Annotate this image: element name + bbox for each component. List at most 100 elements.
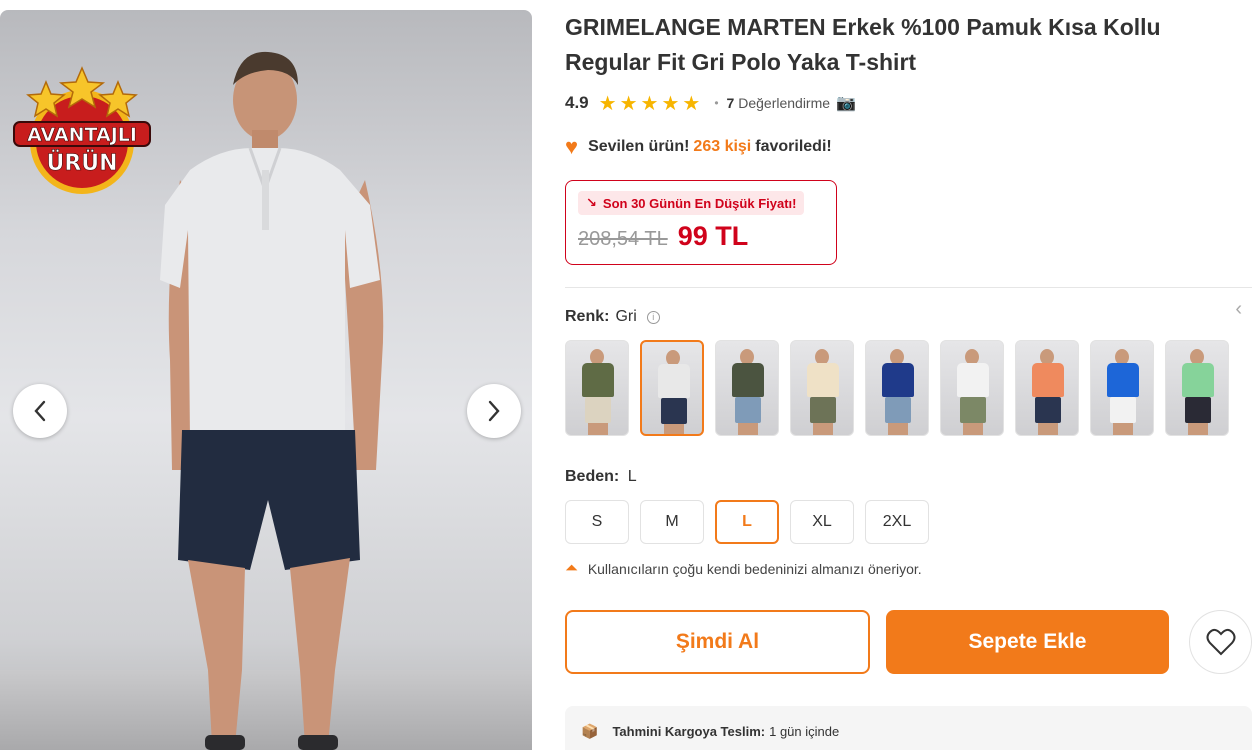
review-count: 7 (726, 95, 735, 111)
size-option-xl[interactable]: XL (790, 500, 854, 544)
swatch-pants (1185, 397, 1211, 423)
swatch-legs (888, 423, 908, 435)
swatch-pants (1035, 397, 1061, 423)
swatch-pants (1110, 397, 1136, 423)
delivery-label: Tahmini Kargoya Teslim: (612, 723, 766, 739)
size-option-2xl[interactable]: 2XL (865, 500, 929, 544)
brand-name[interactable]: GRIMELANGE (565, 14, 721, 40)
price-box: ↘ Son 30 Günün En Düşük Fiyatı! 208,54 T… (565, 180, 837, 265)
swatch-shirt (1182, 363, 1214, 397)
swatch-pants (810, 397, 836, 423)
chevron-left-icon (34, 400, 46, 422)
star-icon: ★ (598, 92, 617, 115)
swatch-shirt (732, 363, 764, 397)
action-buttons: Şimdi Al Sepete Ekle (565, 610, 1252, 674)
heart-icon: ♥ (565, 134, 579, 159)
price-row: 208,54 TL 99 TL (578, 221, 824, 252)
color-swatch[interactable] (940, 340, 1004, 436)
star-icon: ★ (661, 92, 680, 115)
gallery-prev-button[interactable] (13, 384, 67, 438)
swatch-shirt (582, 363, 614, 397)
size-options: S M L XL 2XL (565, 500, 1252, 544)
hanger-icon: ⏶ (565, 560, 578, 577)
favorite-count: 263 kişi (693, 138, 752, 155)
size-option-m[interactable]: M (640, 500, 704, 544)
swatch-legs (1188, 423, 1208, 435)
swatch-pants (960, 397, 986, 423)
rating-row: 4.9 ★ ★ ★ ★ ★ • 7 Değerlendirme 📷 (565, 90, 1252, 116)
lowest-price-text: Son 30 Günün En Düşük Fiyatı! (602, 195, 797, 211)
star-icon: ★ (619, 92, 638, 115)
rating-value: 4.9 (565, 93, 589, 112)
favorite-prefix: Sevilen ürün! (588, 138, 690, 155)
product-image-gallery[interactable]: AVANTAJLI ÜRÜN (0, 10, 532, 750)
swatch-scroll-left-icon[interactable]: ‹ (1235, 298, 1242, 321)
color-swatches (565, 340, 1252, 436)
divider (565, 287, 1252, 288)
chevron-right-icon (488, 400, 500, 422)
separator-dot: • (714, 96, 719, 110)
swatch-legs (588, 423, 608, 435)
swatch-pants (585, 397, 611, 423)
swatch-shirt (807, 363, 839, 397)
lowest-price-tag: ↘ Son 30 Günün En Düşük Fiyatı! (578, 191, 805, 215)
swatch-legs (1038, 423, 1058, 435)
size-value: L (627, 468, 637, 485)
rating-stars: ★ ★ ★ ★ ★ (599, 91, 701, 116)
heart-outline-icon (1206, 628, 1236, 656)
color-swatch[interactable] (1015, 340, 1079, 436)
swatch-shirt (1107, 363, 1139, 397)
swatch-shirt (658, 364, 690, 398)
package-icon: 📦 (581, 722, 599, 739)
swatch-legs (738, 423, 758, 435)
current-price: 99 TL (677, 221, 749, 251)
product-info-panel: GRIMELANGE MARTEN Erkek %100 Pamuk Kısa … (565, 10, 1252, 750)
color-value: Gri (615, 308, 637, 325)
swatch-shirt (957, 363, 989, 397)
size-option-s[interactable]: S (565, 500, 629, 544)
buy-now-button[interactable]: Şimdi Al (565, 610, 870, 674)
review-link[interactable]: 7 Değerlendirme (727, 95, 831, 111)
recommendation-text: Kullanıcıların çoğu kendi bedeninizi alm… (587, 561, 922, 577)
color-swatch[interactable] (1165, 340, 1229, 436)
swatch-legs (963, 423, 983, 435)
color-swatch[interactable] (565, 340, 629, 436)
swatch-pants (885, 397, 911, 423)
size-recommendation: ⏶ Kullanıcıların çoğu kendi bedeninizi a… (565, 560, 1252, 578)
add-to-cart-button[interactable]: Sepete Ekle (885, 610, 1170, 674)
size-option-l[interactable]: L (715, 500, 779, 544)
swatch-shirt (882, 363, 914, 397)
swatch-legs (1113, 423, 1133, 435)
badge-line2: ÜRÜN (46, 150, 117, 176)
star-icon: ★ (640, 92, 659, 115)
review-label: Değerlendirme (738, 95, 831, 111)
swatch-pants (735, 397, 761, 423)
info-icon[interactable]: i (646, 310, 660, 324)
trend-down-icon: ↘ (586, 195, 597, 210)
favorite-suffix: favoriledi! (755, 138, 832, 155)
color-swatch[interactable] (640, 340, 704, 436)
swatch-pants (661, 398, 687, 424)
delivery-info: 📦 Tahmini Kargoya Teslim: 1 gün içinde (565, 706, 1252, 750)
favorite-button[interactable] (1189, 610, 1252, 674)
product-photo-model (160, 51, 384, 750)
favorite-info: ♥ Sevilen ürün! 263 kişi favoriledi! (565, 134, 1252, 160)
badge-line1: AVANTAJLI (27, 124, 137, 146)
camera-icon[interactable]: 📷 (836, 93, 856, 113)
delivery-value: 1 gün içinde (769, 723, 840, 739)
gallery-next-button[interactable] (467, 384, 521, 438)
color-swatch[interactable] (790, 340, 854, 436)
old-price: 208,54 TL (578, 228, 668, 250)
advantage-badge: AVANTAJLI ÜRÜN (13, 66, 151, 194)
color-swatch[interactable] (715, 340, 779, 436)
size-label: Beden: L (565, 468, 1252, 486)
color-swatch[interactable] (865, 340, 929, 436)
product-title: GRIMELANGE MARTEN Erkek %100 Pamuk Kısa … (565, 10, 1245, 80)
swatch-shirt (1032, 363, 1064, 397)
color-label-title: Renk: (565, 308, 610, 325)
swatch-legs (664, 424, 684, 434)
swatch-legs (813, 423, 833, 435)
color-swatch[interactable] (1090, 340, 1154, 436)
product-page: AVANTAJLI ÜRÜN GRIMELANGE MARTEN Erkek %… (0, 0, 1252, 750)
color-label: Renk: Gri i (565, 308, 1252, 326)
